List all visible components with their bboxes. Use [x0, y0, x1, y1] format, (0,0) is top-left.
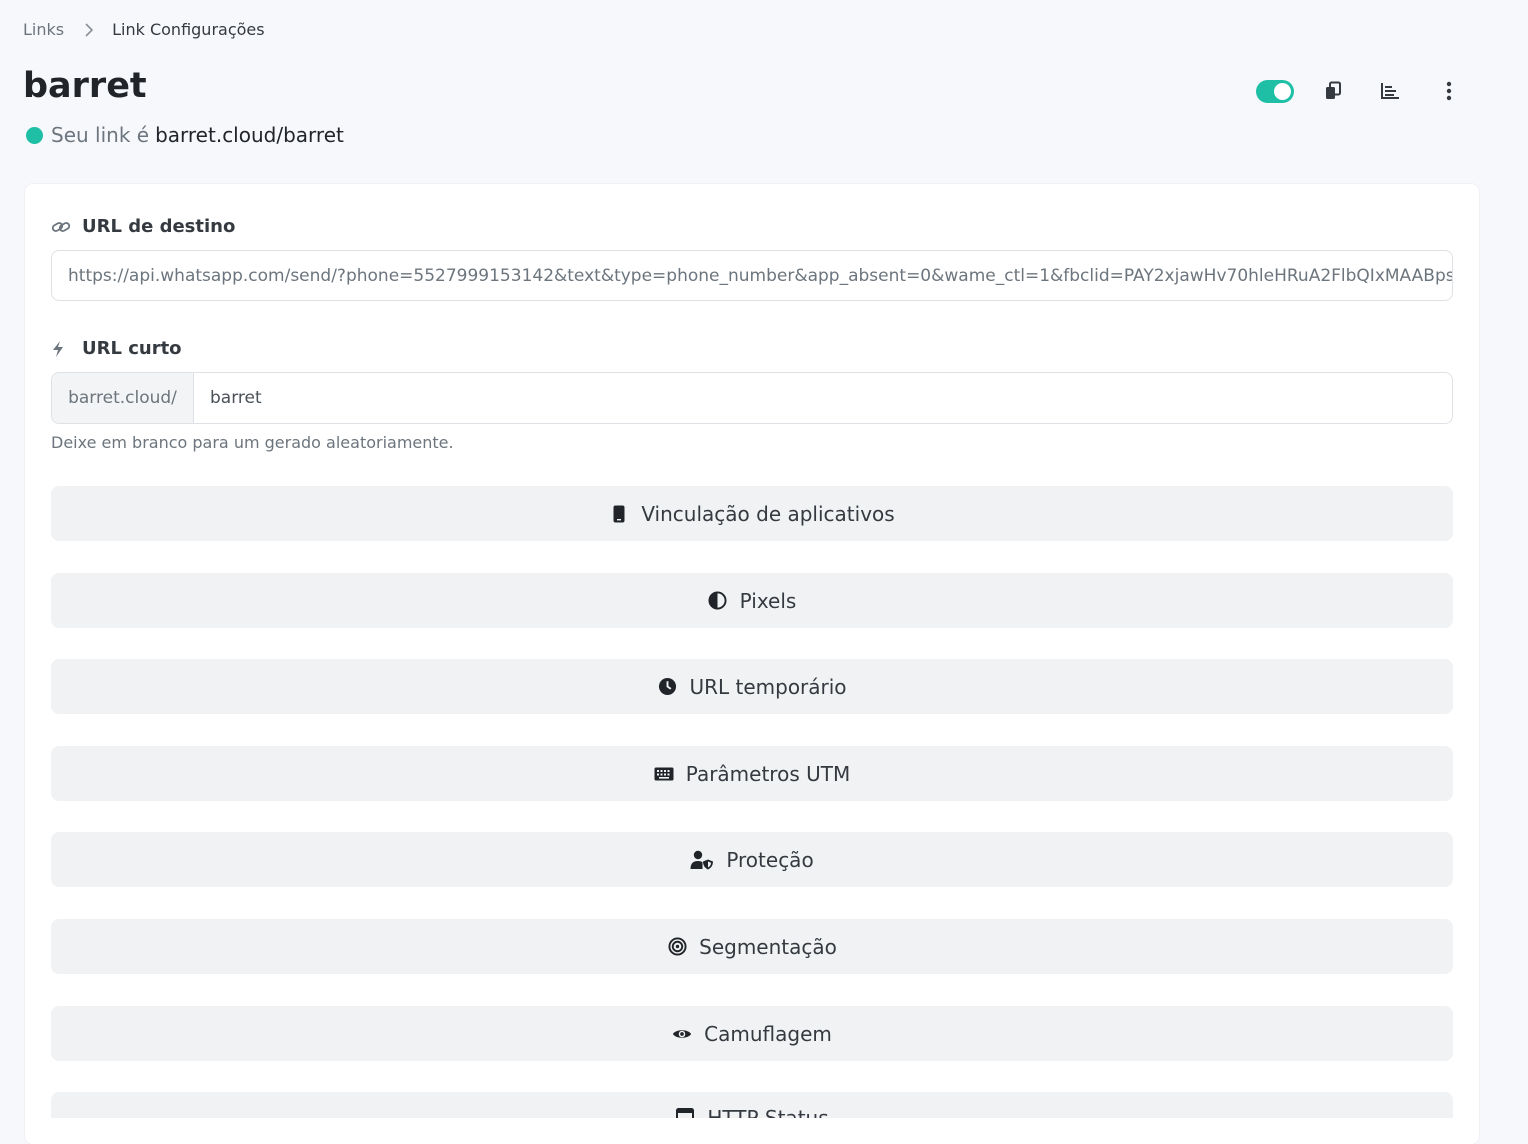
destination-url-label-text: URL de destino	[82, 216, 236, 237]
breadcrumb-current: Link Configurações	[112, 20, 265, 39]
short-url-label: URL curto	[51, 338, 182, 359]
short-url-prefix: barret.cloud/	[52, 373, 194, 423]
breadcrumb: Links Link Configurações	[23, 20, 265, 39]
mobile-icon	[609, 504, 629, 524]
eye-icon	[672, 1024, 692, 1044]
short-url-input[interactable]: barret	[194, 373, 1452, 423]
target-icon	[667, 937, 687, 957]
link-icon	[51, 217, 71, 237]
section-label: Parâmetros UTM	[685, 761, 851, 786]
section-label: Camuflagem	[704, 1021, 832, 1046]
chevron-right-icon	[84, 22, 94, 37]
section-label: Pixels	[739, 588, 797, 613]
section-label: Proteção	[726, 847, 814, 872]
breadcrumb-links[interactable]: Links	[23, 20, 64, 39]
section-label: Vinculação de aplicativos	[641, 501, 895, 526]
clock-icon	[657, 677, 677, 697]
section-utm-parameters[interactable]: Parâmetros UTM	[51, 746, 1453, 801]
short-link-url[interactable]: barret.cloud/barret	[155, 123, 344, 147]
chart-icon[interactable]	[1377, 78, 1403, 104]
short-url-group: barret.cloud/ barret	[51, 372, 1453, 424]
section-targeting[interactable]: Segmentação	[51, 919, 1453, 974]
status-prefix: Seu link é	[51, 123, 150, 147]
short-url-help: Deixe em branco para um gerado aleatoria…	[51, 433, 454, 452]
status-dot	[26, 126, 43, 144]
section-protection[interactable]: Proteção	[51, 832, 1453, 887]
toolbar	[1256, 78, 1462, 104]
destination-url-label: URL de destino	[51, 216, 235, 237]
copy-icon[interactable]	[1320, 78, 1346, 104]
adjust-icon	[708, 591, 728, 611]
bolt-icon	[51, 339, 71, 359]
destination-url-input[interactable]: https://api.whatsapp.com/send/?phone=552…	[51, 250, 1453, 301]
section-app-linking[interactable]: Vinculação de aplicativos	[51, 486, 1453, 541]
section-temporary-url[interactable]: URL temporário	[51, 659, 1453, 714]
section-label: URL temporário	[689, 674, 847, 699]
link-enabled-toggle[interactable]	[1256, 79, 1294, 103]
section-http-status[interactable]: HTTP Status	[51, 1092, 1453, 1118]
section-pixels[interactable]: Pixels	[51, 573, 1453, 628]
window-icon	[675, 1106, 695, 1118]
link-status: Seu link é barret.cloud/barret	[26, 123, 344, 147]
section-label: Segmentação	[699, 934, 837, 959]
user-shield-icon	[690, 850, 714, 870]
section-cloaking[interactable]: Camuflagem	[51, 1006, 1453, 1061]
section-label: HTTP Status	[707, 1106, 829, 1118]
page-title: barret	[23, 66, 147, 106]
keyboard-icon	[654, 764, 674, 784]
short-url-label-text: URL curto	[82, 338, 182, 359]
more-vertical-icon[interactable]	[1436, 78, 1462, 104]
